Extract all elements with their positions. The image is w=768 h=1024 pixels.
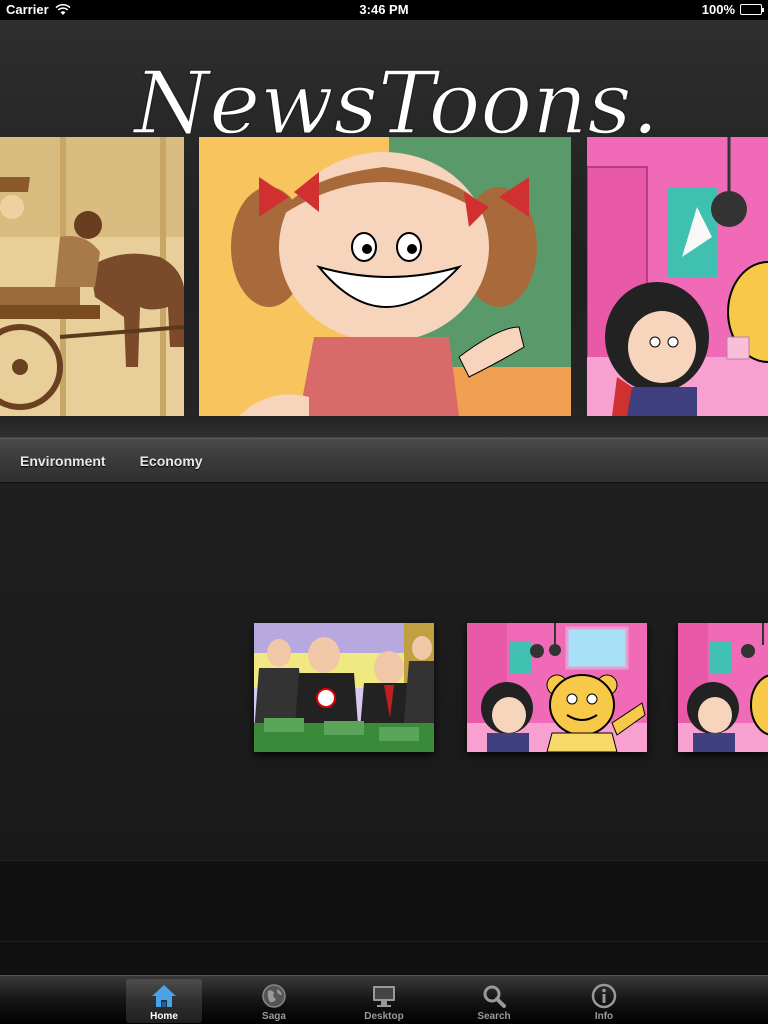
western-cart-illustration <box>0 137 184 416</box>
featured-carousel[interactable] <box>0 137 768 416</box>
info-icon <box>591 983 617 1009</box>
tab-info[interactable]: Info <box>566 979 642 1023</box>
tab-home-label: Home <box>150 1011 178 1022</box>
globe-icon <box>262 984 286 1008</box>
thumbnail-girl-and-bear-2[interactable] <box>678 623 768 752</box>
carousel-divider <box>0 416 768 438</box>
battery-icon <box>740 4 764 15</box>
carousel-panel-smiling-girl[interactable] <box>199 137 571 416</box>
girl-and-bear-illustration-2 <box>678 623 768 752</box>
lower-panel <box>0 860 768 975</box>
tab-bar: Home Saga Desktop Search Info <box>0 975 768 1024</box>
thumbnail-politicians-money[interactable] <box>254 623 434 752</box>
category-bar: Environment Economy <box>0 438 768 483</box>
girl-and-bear-illustration <box>467 623 647 752</box>
home-icon <box>152 985 176 1007</box>
logo-text: NewsToons. <box>132 54 659 148</box>
tab-home[interactable]: Home <box>126 979 202 1023</box>
tab-desktop-label: Desktop <box>364 1011 404 1022</box>
tab-info-label: Info <box>594 1011 614 1022</box>
app-logo: NewsToons. <box>131 53 660 148</box>
carousel-panel-bedroom-girl[interactable] <box>587 137 768 416</box>
battery-group: 100% <box>701 2 764 17</box>
carousel-panel-western-cart[interactable] <box>0 137 184 416</box>
tab-saga[interactable]: Saga <box>236 979 312 1023</box>
politicians-money-illustration <box>254 623 434 752</box>
category-environment[interactable]: Environment <box>20 453 106 469</box>
tab-search[interactable]: Search <box>456 979 532 1023</box>
tab-saga-label: Saga <box>262 1011 286 1022</box>
monitor-icon <box>373 986 395 1007</box>
content-area <box>0 484 768 860</box>
lower-divider <box>0 941 768 942</box>
clock: 3:46 PM <box>359 2 409 17</box>
category-economy[interactable]: Economy <box>140 453 203 469</box>
bedroom-girl-illustration <box>587 137 768 416</box>
tab-search-label: Search <box>477 1011 511 1022</box>
battery-percent: 100% <box>701 2 735 17</box>
status-bar: Carrier 3:46 PM 100% <box>0 0 768 20</box>
smiling-girl-illustration <box>199 137 571 416</box>
thumbnail-girl-and-bear[interactable] <box>467 623 647 752</box>
search-icon <box>483 985 506 1008</box>
tab-desktop[interactable]: Desktop <box>346 979 422 1023</box>
